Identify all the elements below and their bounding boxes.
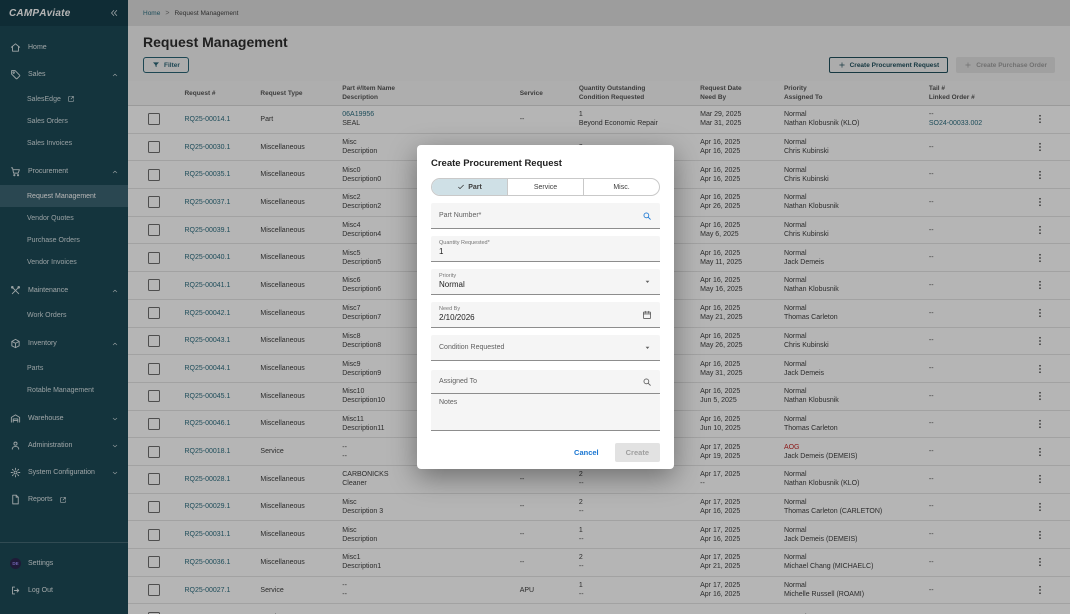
part-number-placeholder: Part Number* [439, 212, 481, 219]
priority-select[interactable]: Priority Normal [431, 269, 660, 295]
notes-field[interactable]: Notes [431, 394, 660, 431]
condition-requested-placeholder: Condition Requested [439, 344, 504, 351]
tab-service-label: Service [534, 184, 557, 191]
create-button[interactable]: Create [615, 443, 660, 462]
tab-misc-label: Misc. [613, 184, 629, 191]
create-procurement-request-dialog: Create Procurement Request Part Service … [417, 145, 674, 469]
calendar-icon[interactable] [642, 310, 652, 320]
notes-placeholder: Notes [439, 399, 457, 406]
assigned-to-field[interactable]: Assigned To [431, 370, 660, 394]
dialog-title: Create Procurement Request [431, 158, 660, 169]
tab-service[interactable]: Service [508, 179, 584, 195]
priority-label: Priority [439, 273, 456, 279]
priority-value: Normal [439, 280, 465, 289]
check-icon [457, 183, 465, 191]
quantity-requested-field[interactable]: Quantity Requested* 1 [431, 236, 660, 262]
need-by-field[interactable]: Need By 2/10/2026 [431, 302, 660, 328]
dialog-tab-group: Part Service Misc. [431, 178, 660, 196]
search-icon[interactable] [642, 211, 652, 221]
tab-part-label: Part [468, 184, 482, 191]
chevron-down-icon [643, 277, 652, 286]
part-number-field[interactable]: Part Number* [431, 203, 660, 229]
condition-requested-select[interactable]: Condition Requested [431, 335, 660, 361]
need-by-value: 2/10/2026 [439, 313, 475, 322]
need-by-label: Need By [439, 306, 460, 312]
cancel-button[interactable]: Cancel [574, 448, 599, 457]
tab-misc[interactable]: Misc. [584, 179, 659, 195]
assigned-to-placeholder: Assigned To [439, 378, 477, 385]
tab-part[interactable]: Part [432, 179, 508, 195]
quantity-requested-label: Quantity Requested* [439, 240, 490, 246]
chevron-down-icon [643, 343, 652, 352]
quantity-requested-value: 1 [439, 247, 443, 256]
search-icon[interactable] [642, 377, 652, 387]
